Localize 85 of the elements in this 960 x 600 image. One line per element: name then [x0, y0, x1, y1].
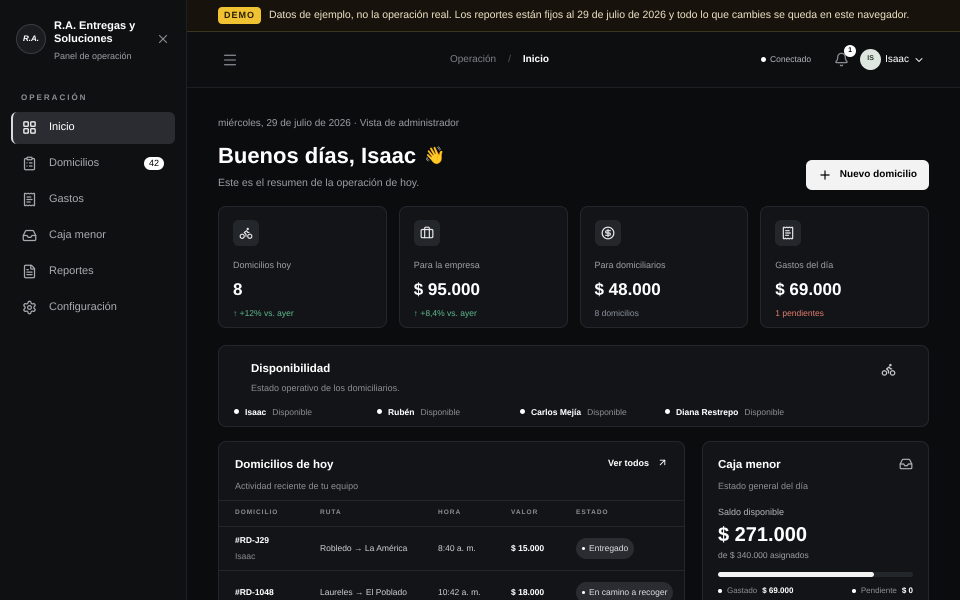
- sidebar-item[interactable]: Caja menor: [11, 220, 175, 252]
- sidebar-item[interactable]: Inicio: [11, 112, 175, 144]
- courier-name: Diana Restrepo: [676, 406, 738, 418]
- view-all-link[interactable]: Ver todos: [608, 456, 668, 500]
- sidebar-item[interactable]: Reportes: [11, 256, 175, 288]
- settings-icon: [22, 300, 37, 315]
- banner-text: Datos de ejemplo, no la operación real. Los reportes están fijos al 29 de julio de 2026 y todo lo que cambies se queda en este navegador.: [269, 8, 910, 23]
- bicycle-icon: [239, 226, 253, 240]
- status-pill: En camino a recoger: [576, 582, 674, 600]
- section-label: OPERACIÓN: [20, 92, 88, 104]
- delivery-id: #RD-J29: [235, 534, 270, 547]
- courier-name: Isaac: [235, 550, 256, 562]
- card-title: Disponibilidad: [251, 362, 330, 377]
- stat-label: Para la empresa: [414, 258, 481, 272]
- count-badge: 42: [144, 157, 164, 170]
- time-cell-text: 8:40 a. m.: [438, 542, 477, 555]
- courier-status: Disponible: [272, 406, 312, 418]
- time-cell-text: 10:42 a. m.: [438, 586, 482, 599]
- route-cell-text: Laureles → El Poblado: [320, 586, 408, 599]
- courier-name: Rubén: [388, 406, 414, 418]
- bicycle-icon: [881, 362, 896, 377]
- new-delivery-button[interactable]: Nuevo domicilio: [806, 160, 929, 190]
- card-title: Domicilios de hoy: [235, 458, 334, 473]
- route-cell-text: Robledo → La América: [320, 542, 408, 555]
- legend-label: Pendiente: [860, 584, 897, 597]
- balance-label: Saldo disponible: [718, 506, 786, 519]
- courier-status: Disponible: [420, 406, 460, 418]
- demo-tag: DEMO: [218, 6, 261, 24]
- stat-value: $ 95.000: [414, 279, 481, 302]
- courier-name: Isaac: [245, 406, 266, 418]
- legend-value: $ 69.000: [762, 584, 794, 597]
- stat-note: 8 domicilios: [594, 306, 640, 320]
- grid-icon: [22, 120, 37, 135]
- courier-status: Disponible: [744, 406, 784, 418]
- receipt-icon: [22, 192, 37, 207]
- assigned-text: de $ 340.000 asignados: [718, 549, 810, 562]
- logo: R.A.: [16, 24, 46, 54]
- stat-note: ↑ +12% vs. ayer: [233, 306, 295, 320]
- breadcrumb-separator: /: [508, 53, 511, 67]
- card-subtitle: Actividad reciente de tu equipo: [235, 480, 358, 493]
- date-line: miércoles, 29 de julio de 2026 · Vista de administrador: [218, 117, 460, 131]
- arrow-up-right-icon: [657, 456, 668, 468]
- clipboard-icon: [22, 156, 37, 171]
- wave-emoji: 👋: [424, 144, 446, 167]
- stat-label: Domicilios hoy: [233, 258, 292, 272]
- briefcase-icon: [420, 226, 434, 240]
- courier-name: Carlos Mejía: [531, 406, 582, 418]
- document-icon: [22, 264, 37, 279]
- tray-icon: [22, 228, 37, 243]
- greeting-subtitle: Este es el resumen de la operación de hoy.: [218, 176, 420, 191]
- stat-note: ↑ +8,4% vs. ayer: [414, 306, 478, 320]
- courier-status: Disponible: [587, 406, 627, 418]
- menu-icon[interactable]: [222, 52, 238, 68]
- card-title: Caja menor: [718, 458, 781, 473]
- greeting-title: Buenos días, Isaac: [218, 142, 416, 170]
- stat-label: Gastos del día: [775, 258, 834, 272]
- delivery-id: #RD-1048: [235, 586, 275, 599]
- balance-value: $ 271.000: [718, 523, 808, 548]
- breadcrumb-current: Inicio: [522, 53, 549, 67]
- receipt-icon: [781, 226, 796, 240]
- dollar-coin-icon: [600, 226, 614, 240]
- sidebar-item[interactable]: Domicilios 42: [11, 148, 175, 180]
- user-name[interactable]: Isaac: [885, 52, 909, 67]
- breadcrumb-link[interactable]: Operación: [450, 52, 496, 67]
- tray-icon: [899, 456, 913, 471]
- stat-note: 1 pendientes: [775, 306, 825, 320]
- bell-icon: [834, 52, 850, 67]
- connection-status: Conectado: [770, 53, 812, 66]
- stat-value: $ 48.000: [594, 279, 662, 302]
- stat-value: 8: [233, 279, 244, 302]
- value-cell-text: $ 15.000: [511, 542, 546, 555]
- stat-label: Para domiciliarios: [594, 258, 667, 272]
- plus-icon: [818, 168, 832, 182]
- legend-value: $ 0: [902, 584, 913, 597]
- status-pill: Entregado: [576, 538, 634, 559]
- close-icon[interactable]: [156, 32, 170, 46]
- brand-name: R.A. Entregas y Soluciones: [54, 20, 136, 46]
- legend-label: Gastado: [727, 584, 758, 597]
- sidebar-item[interactable]: Configuración: [11, 292, 175, 324]
- brand-subtitle: Panel de operación: [54, 50, 133, 63]
- card-subtitle: Estado general del día: [718, 480, 810, 493]
- sidebar-item[interactable]: Gastos: [11, 184, 175, 216]
- value-cell-text: $ 18.000: [511, 586, 546, 599]
- stat-value: $ 69.000: [775, 279, 842, 302]
- card-subtitle: Estado operativo de los domiciliarios.: [251, 382, 400, 395]
